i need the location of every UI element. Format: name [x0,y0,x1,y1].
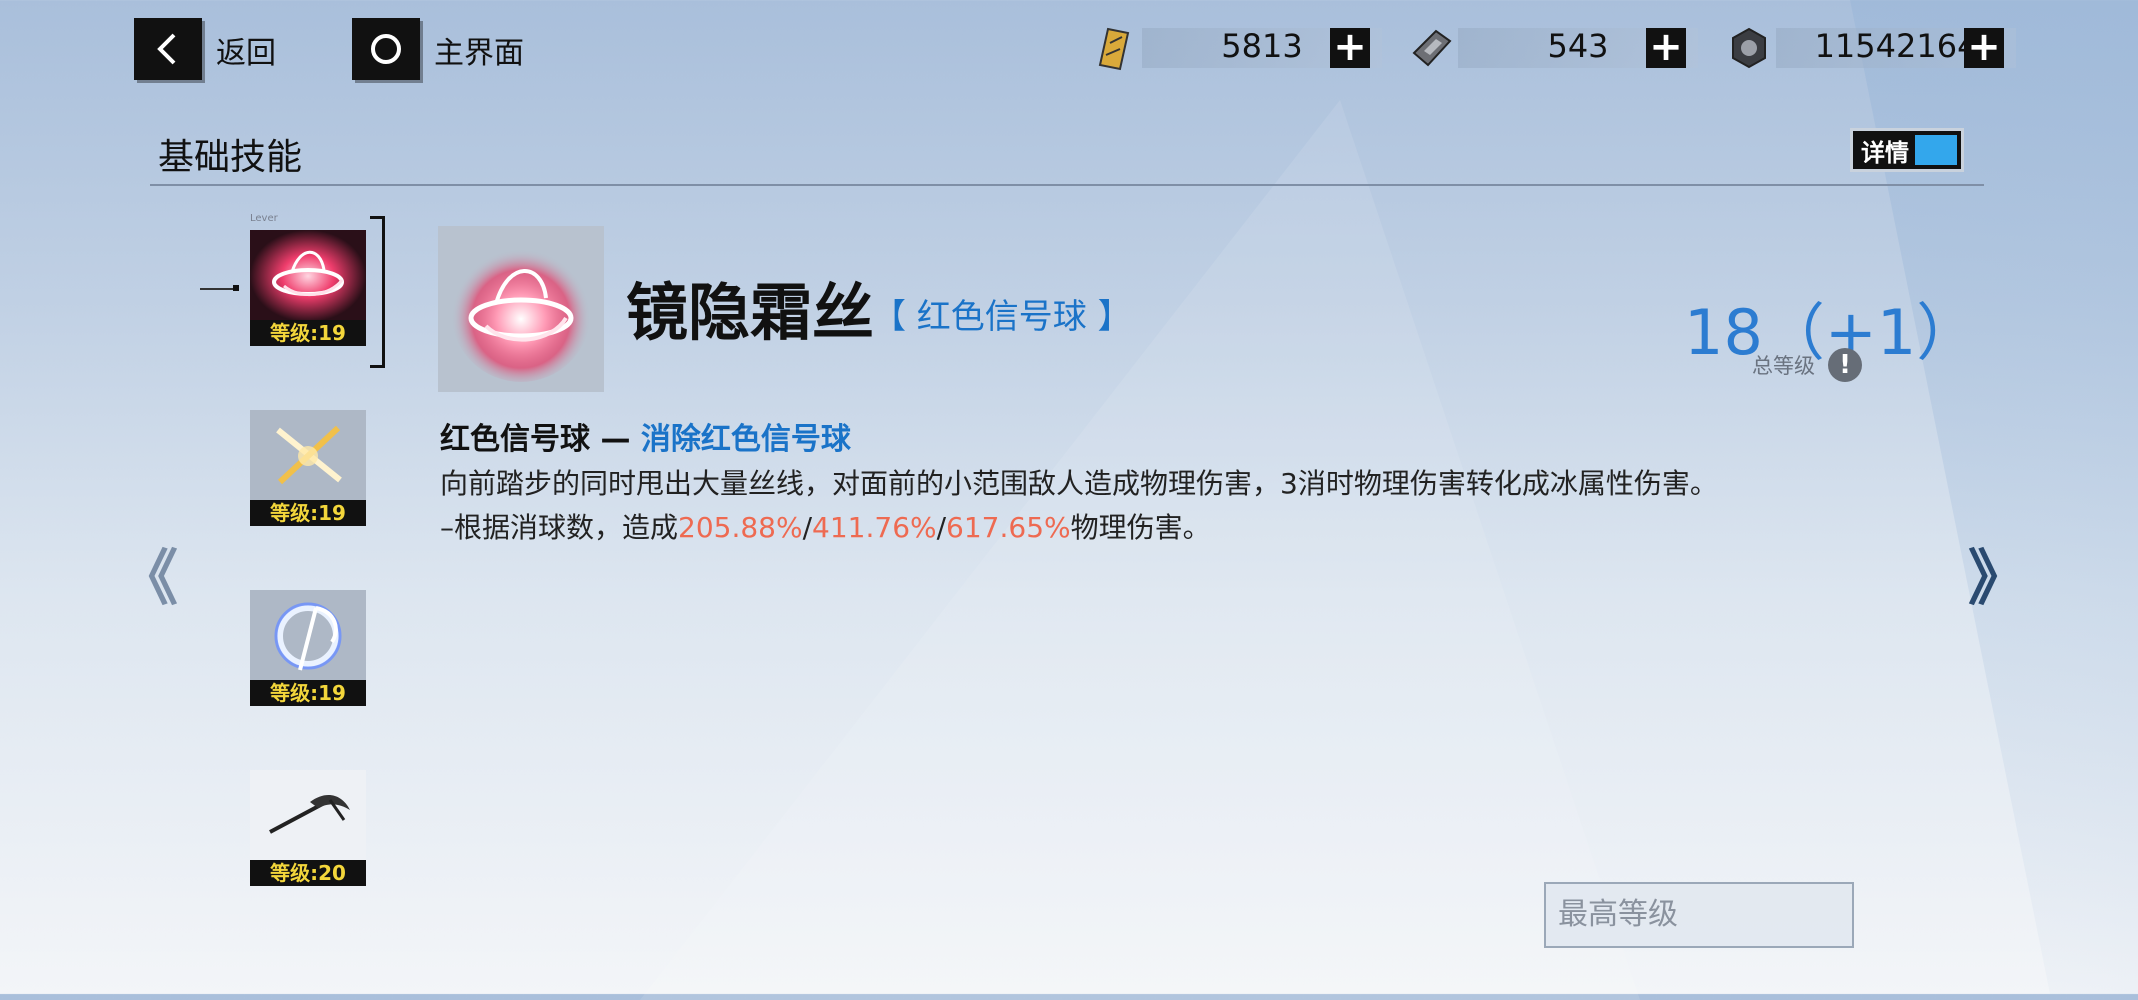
skill-level-label: 等级:19 [250,680,366,706]
section-divider [150,184,1984,186]
skill-description: 向前踏步的同时甩出大量丝线，对面前的小范围敌人造成物理伤害，3消时物理伤害转化成… [440,462,1718,550]
add-chip-card-button[interactable]: + [1646,27,1686,68]
skill-level-label: 等级:19 [250,500,366,526]
damage-separator: / [802,511,813,544]
description-line-1: 向前踏步的同时甩出大量丝线，对面前的小范围敌人造成物理伤害，3消时物理伤害转化成… [440,467,1718,500]
description-prefix: –根据消球数，造成 [440,511,679,544]
red-signal-orb-icon [451,242,591,382]
prev-skill-arrow[interactable]: 《 [118,530,178,617]
chevron-left-icon [157,33,176,65]
subtitle-effect: 消除红色信号球 [640,422,851,457]
section-title: 基础技能 [158,137,303,178]
crossed-blades-icon [276,425,342,485]
detail-toggle[interactable]: 详情 [1850,128,1964,172]
skill-level-label: 等级:20 [250,860,366,886]
skill-name: 镜隐霜丝 [626,276,875,349]
coin-icon [1732,27,1766,69]
total-level-label: 总等级 [1752,354,1815,378]
subtitle-prefix: 红色信号球 — [440,422,641,457]
description-suffix: 物理伤害。 [1070,511,1211,544]
selection-dot [233,285,239,291]
skill-slot-2[interactable]: 等级:19 [250,410,366,526]
resource-coin: 11542164 + [1724,22,2016,74]
selection-bracket [370,216,385,368]
red-signal-orb-icon [250,230,366,322]
skill-slot-1[interactable]: 等级:19 [250,230,366,346]
damage-value-1: 205.88% [678,511,803,544]
resource-gold-card: 5813 + [1090,22,1382,74]
selected-skill-icon [438,226,604,392]
resource-chip-card: 543 + [1406,22,1698,74]
skill-level-label: 等级:19 [250,320,366,346]
gold-card-icon [1098,27,1130,71]
home-button[interactable] [352,18,420,80]
skill-slot-4[interactable]: 等级:20 [250,770,366,886]
lever-label: Lever [250,213,278,224]
chip-card-icon [1412,29,1452,67]
max-level-button[interactable]: 最高等级 [1544,882,1854,948]
skill-subtitle: 红色信号球 — 消除红色信号球 [440,414,851,458]
damage-value-3: 617.65% [946,511,1071,544]
blue-scythe-icon [274,602,342,671]
detail-toggle-label: 详情 [1861,138,1909,167]
add-gold-card-button[interactable]: + [1330,27,1370,68]
damage-value-2: 411.76% [812,511,937,544]
back-label[interactable]: 返回 [216,28,276,72]
skill-slot-3[interactable]: 等级:19 [250,590,366,706]
next-skill-arrow[interactable]: 》 [1968,530,2028,617]
damage-separator: / [936,511,947,544]
add-coin-button[interactable]: + [1964,27,2004,68]
circle-icon [371,34,401,64]
description-line-2: –根据消球数，造成205.88%/411.76%/617.65%物理伤害。 [440,506,1718,550]
toggle-switch [1915,135,1957,165]
skill-tag: 【 红色信号球 】 [872,297,1132,337]
home-label[interactable]: 主界面 [434,28,524,72]
info-icon[interactable]: ! [1828,348,1862,382]
back-button[interactable] [134,18,202,80]
background-shape [640,100,1640,1000]
scythe-icon [269,795,350,834]
